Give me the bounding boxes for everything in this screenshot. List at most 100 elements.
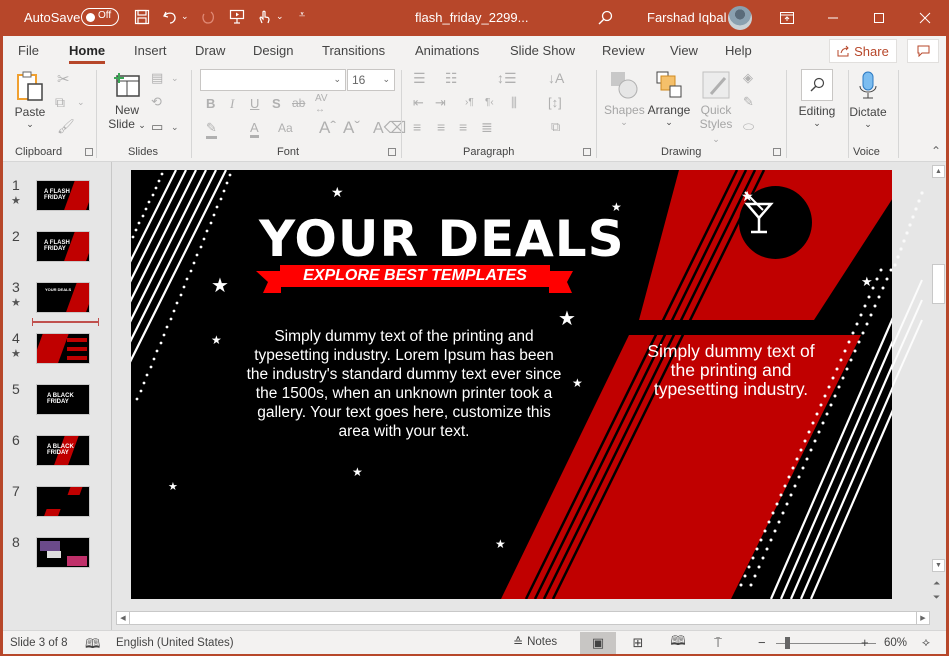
layout-icon[interactable]: ▤ <box>151 70 163 86</box>
close-button[interactable] <box>902 0 948 36</box>
align-center-icon[interactable]: ≡ <box>437 119 445 135</box>
reading-view-button[interactable]: 🕮 <box>660 632 696 654</box>
touch-mode-icon[interactable] <box>254 7 274 27</box>
tab-file[interactable]: File <box>18 43 39 58</box>
columns-icon[interactable]: ⫼ <box>511 95 517 111</box>
tab-slide-show[interactable]: Slide Show <box>510 43 575 58</box>
comments-button[interactable] <box>907 39 939 63</box>
underline-icon[interactable]: U <box>250 96 259 111</box>
slide-thumbnail-1[interactable]: A FLASH FRIDAY <box>36 180 90 211</box>
decrease-indent-icon[interactable]: ⇤ <box>413 95 424 111</box>
zoom-level[interactable]: 60% <box>884 637 907 649</box>
shape-effects-icon[interactable]: ⬭ <box>743 119 754 135</box>
dictate-button[interactable]: Dictate ⌄ <box>846 70 890 130</box>
align-right-icon[interactable]: ≡ <box>459 119 467 135</box>
slide-side-text[interactable]: Simply dummy text of the printing and ty… <box>641 342 821 399</box>
avatar[interactable] <box>728 6 752 30</box>
rtl-icon[interactable]: ¶‹ <box>485 97 494 108</box>
numbering-icon[interactable]: ☷ <box>445 70 458 87</box>
tab-review[interactable]: Review <box>602 43 645 58</box>
drawing-launcher-icon[interactable] <box>773 148 781 156</box>
line-spacing-icon[interactable]: ↕☰ <box>497 70 517 87</box>
highlight-color-icon[interactable]: ✎ <box>206 120 217 139</box>
share-button[interactable]: Share <box>829 39 897 63</box>
paragraph-launcher-icon[interactable] <box>583 148 591 156</box>
tab-design[interactable]: Design <box>253 43 293 58</box>
ribbon-display-options-icon[interactable] <box>764 0 810 36</box>
increase-indent-icon[interactable]: ⇥ <box>435 95 446 111</box>
zoom-in-button[interactable]: + <box>861 635 869 650</box>
scroll-up-icon[interactable]: ▲ <box>932 165 945 178</box>
slide-sorter-button[interactable]: ⊞ <box>620 632 656 654</box>
format-painter-icon[interactable]: 🖌 <box>57 118 75 135</box>
maximize-button[interactable] <box>856 0 902 36</box>
tab-view[interactable]: View <box>670 43 698 58</box>
undo-dropdown-icon[interactable]: ⌄ <box>181 11 189 22</box>
layout-dropdown-icon[interactable]: ⌄ <box>171 73 179 84</box>
slide-thumbnail-7[interactable] <box>36 486 90 517</box>
start-from-beginning-icon[interactable] <box>227 7 247 27</box>
font-color-icon[interactable]: A <box>250 120 259 138</box>
bold-icon[interactable]: B <box>206 96 215 111</box>
zoom-out-button[interactable]: − <box>758 635 766 650</box>
next-slide-icon[interactable]: ⏷ <box>933 592 940 603</box>
touch-mode-dropdown-icon[interactable]: ⌄ <box>276 11 284 22</box>
reset-slide-icon[interactable]: ⟲ <box>151 94 162 110</box>
vertical-scrollbar[interactable]: ▲ ▼ ⏶ ⏷ <box>931 162 946 602</box>
clipboard-launcher-icon[interactable] <box>85 148 93 156</box>
slide-title[interactable]: YOUR DEALS <box>259 210 625 268</box>
slide-thumbnail-4[interactable] <box>36 333 90 364</box>
font-size-dropdown-icon[interactable]: ⌄ <box>382 74 390 85</box>
text-shadow-icon[interactable]: S <box>272 96 281 111</box>
arrange-button[interactable]: Arrange ⌄ <box>647 70 691 128</box>
undo-icon[interactable] <box>160 7 180 27</box>
tab-help[interactable]: Help <box>725 43 752 58</box>
shape-fill-icon[interactable]: ◈ <box>743 70 753 86</box>
font-launcher-icon[interactable] <box>388 148 396 156</box>
align-left-icon[interactable]: ≡ <box>413 119 421 135</box>
autosave-toggle[interactable]: Off <box>81 8 119 26</box>
change-case-button[interactable]: Aa <box>278 121 293 135</box>
copy-icon[interactable]: ⧉ <box>55 94 65 111</box>
cut-icon[interactable]: ✂ <box>57 70 70 88</box>
scroll-left-icon[interactable]: ◀ <box>117 612 130 624</box>
tab-draw[interactable]: Draw <box>195 43 225 58</box>
vertical-scroll-thumb[interactable] <box>932 264 945 304</box>
user-name[interactable]: Farshad Iqbal <box>647 10 727 25</box>
collapse-ribbon-icon[interactable]: ⌃ <box>931 144 941 158</box>
save-icon[interactable] <box>132 7 152 27</box>
zoom-slider-thumb[interactable] <box>785 637 790 649</box>
horizontal-scrollbar[interactable]: ◀ ▶ <box>116 611 930 625</box>
slide-subtitle[interactable]: EXPLORE BEST TEMPLATES <box>280 267 550 285</box>
tab-animations[interactable]: Animations <box>415 43 479 58</box>
search-icon[interactable] <box>595 8 615 28</box>
slide-thumbnail-6[interactable]: A BLACK FRIDAY <box>36 435 90 466</box>
paste-button[interactable]: Paste ⌄ <box>13 70 47 130</box>
italic-icon[interactable]: I <box>230 96 234 112</box>
shapes-button[interactable]: Shapes ⌄ <box>604 70 645 128</box>
previous-slide-icon[interactable]: ⏶ <box>933 578 940 589</box>
slide-show-button[interactable]: ⍑ <box>700 632 736 654</box>
editing-find-icon[interactable] <box>801 69 833 101</box>
tab-transitions[interactable]: Transitions <box>322 43 385 58</box>
slide-thumbnails-pane[interactable]: 1 ★ A FLASH FRIDAY 2 A FLASH FRIDAY 3 ★ … <box>3 162 112 630</box>
section-dropdown-icon[interactable]: ⌄ <box>171 122 179 133</box>
normal-view-button[interactable]: ▣ <box>580 632 616 654</box>
font-name-combobox[interactable]: ⌄ <box>200 69 346 91</box>
slide-thumbnail-2[interactable]: A FLASH FRIDAY <box>36 231 90 262</box>
ltr-icon[interactable]: ›¶ <box>465 97 474 108</box>
spelling-check-icon[interactable]: 🕮 <box>85 635 100 656</box>
tab-home[interactable]: Home <box>69 43 106 64</box>
text-direction-icon[interactable]: ↓A <box>548 70 564 86</box>
slide-thumbnail-8[interactable] <box>36 537 90 568</box>
new-slide-button[interactable]: New Slide ⌄ <box>107 70 147 131</box>
slide-thumbnail-5[interactable]: A BLACK FRIDAY <box>36 384 90 415</box>
font-name-dropdown-icon[interactable]: ⌄ <box>333 74 341 85</box>
shape-outline-icon[interactable]: ✎ <box>743 94 754 110</box>
notes-button[interactable]: ≙ Notes <box>513 635 557 649</box>
bullets-icon[interactable]: ☰ <box>413 70 426 87</box>
slide-thumbnail-3[interactable]: YOUR DEALS <box>36 282 90 313</box>
slide-canvas[interactable]: ★ ★ ★ ★ ★ ★ ★ ★ ★ ★ ★ YOUR DEALS EXPLORE… <box>131 170 892 599</box>
scroll-down-icon[interactable]: ▼ <box>932 559 945 572</box>
customize-qat-icon[interactable]: ⩡ <box>299 9 305 22</box>
